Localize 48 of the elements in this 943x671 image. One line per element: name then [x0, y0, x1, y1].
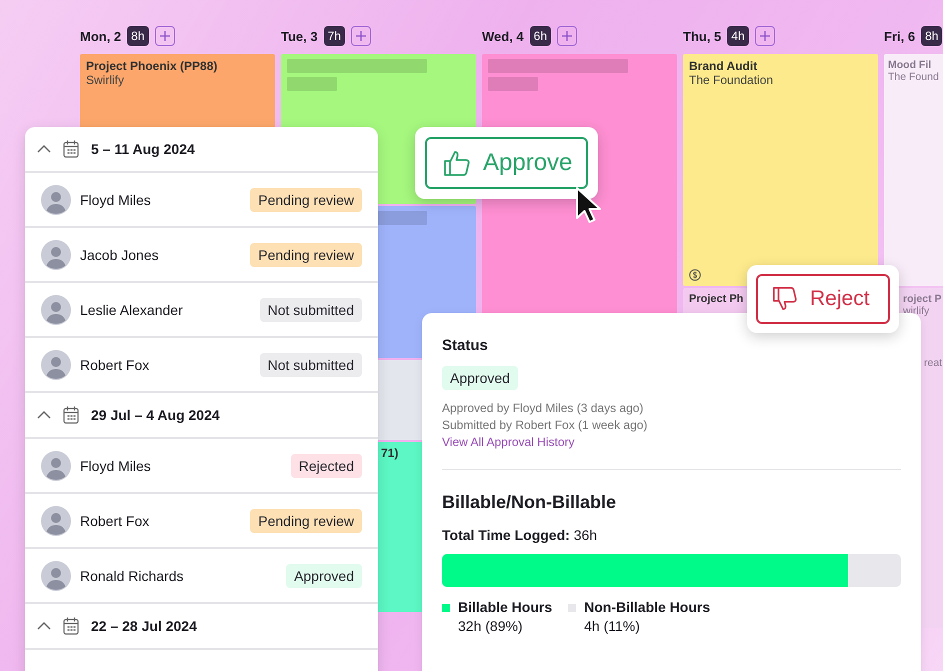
entry-title: Mood Fil [888, 59, 932, 71]
week-range: 5 – 11 Aug 2024 [91, 141, 195, 157]
entry-title: reat [924, 357, 942, 369]
day-label: Mon, 2 [80, 28, 122, 44]
person-name: Floyd Miles [80, 458, 152, 474]
hours-badge: 6h [530, 26, 552, 46]
week-range: 22 – 28 Jul 2024 [91, 618, 197, 634]
legend-label: Non-Billable Hours [584, 599, 710, 615]
entry-title: 71) [381, 446, 398, 460]
day-label: Wed, 4 [482, 28, 524, 44]
person-name: Leslie Alexander [80, 302, 184, 318]
person-name: Jacob Jones [80, 246, 160, 262]
hours-badge: 7h [324, 26, 345, 46]
status-detail: Approved by Floyd Miles (3 days ago) [442, 400, 644, 417]
hours-badge: 8h [127, 26, 149, 46]
entry-client: wirlify [903, 305, 930, 317]
legend-value: 4h (11%) [584, 618, 641, 634]
status-badge: Approved [286, 564, 362, 588]
entry-client: Swirlify [86, 73, 124, 87]
day-label: Thu, 5 [683, 28, 722, 44]
entry-title: roject P [903, 293, 942, 305]
hours-badge: 8h [921, 26, 942, 46]
status-badge: Pending review [250, 242, 362, 266]
entry-title: Brand Audit [689, 59, 758, 73]
person-name: Floyd Miles [80, 192, 152, 208]
total-time-text: Total Time Logged: 36h [442, 527, 598, 543]
day-label: Tue, 3 [281, 28, 318, 44]
day-label: Fri, 6 [884, 28, 916, 44]
legend-value: 32h (89%) [458, 618, 524, 634]
entry-title: Project Ph [689, 293, 744, 305]
legend-label: Billable Hours [458, 599, 552, 615]
status-badge: Approved [442, 366, 518, 390]
status-detail: Submitted by Robert Fox (1 week ago) [442, 417, 648, 434]
status-badge: Pending review [250, 508, 362, 532]
person-name: Ronald Richards [80, 568, 184, 584]
hours-badge: 4h [727, 26, 749, 46]
status-heading: Status [442, 337, 488, 354]
status-badge: Pending review [250, 188, 362, 212]
status-badge: Not submitted [260, 352, 362, 376]
person-name: Robert Fox [80, 356, 150, 372]
section-title: Billable/Non-Billable [442, 492, 616, 513]
week-range: 29 Jul – 4 Aug 2024 [91, 407, 220, 423]
entry-client: The Foundation [689, 73, 774, 87]
entry-title: Project Phoenix (PP88) [86, 59, 218, 73]
status-badge: Not submitted [260, 298, 362, 322]
entry-client: The Found [888, 71, 939, 83]
status-badge: Rejected [290, 454, 362, 478]
person-name: Robert Fox [80, 512, 150, 528]
